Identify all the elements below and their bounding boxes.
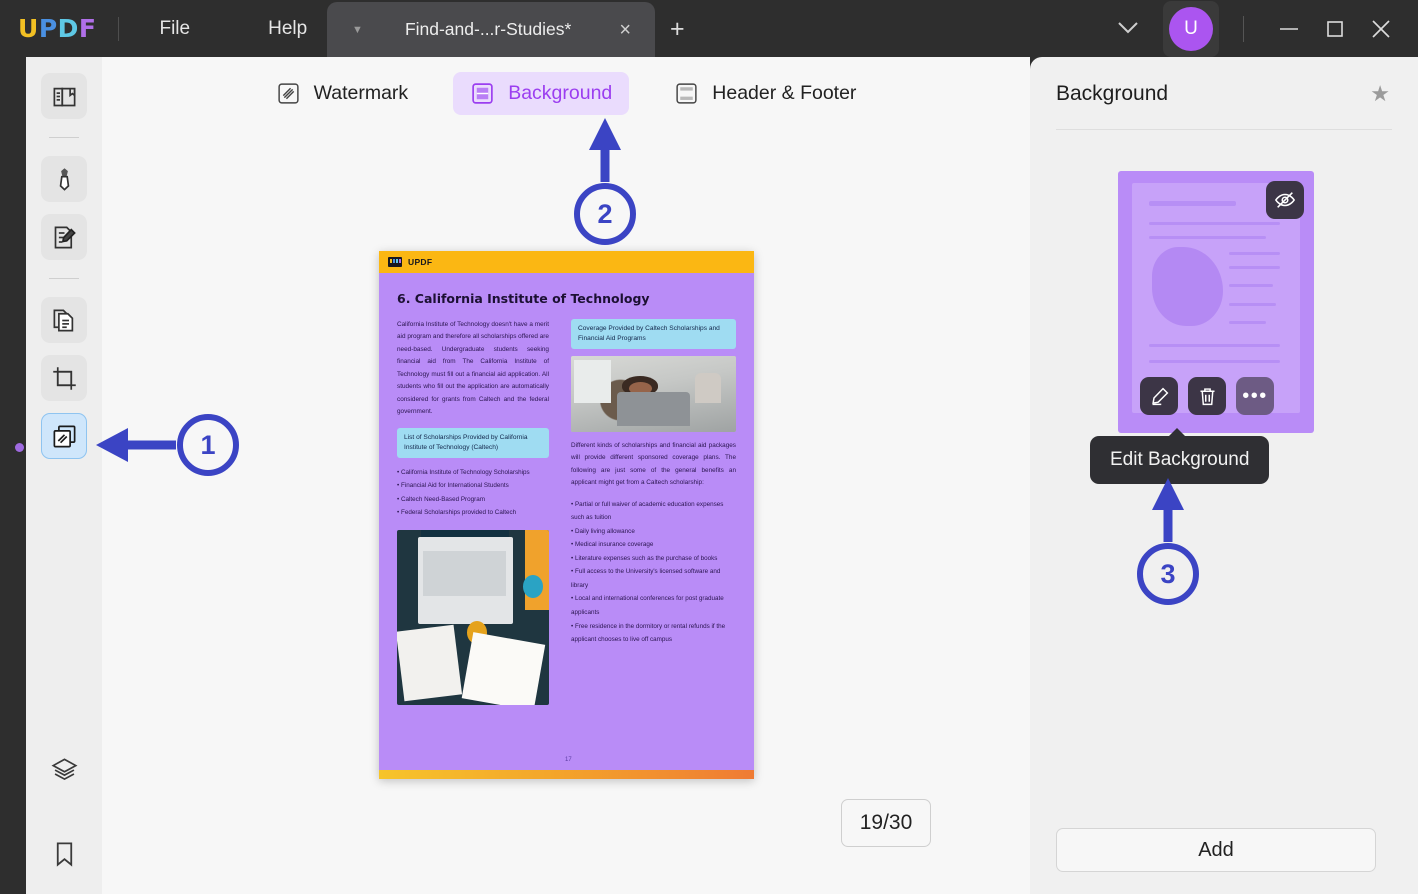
menu-file[interactable]: File <box>141 12 208 46</box>
edit-background-button[interactable] <box>1140 377 1178 415</box>
page-footer-band <box>379 770 754 779</box>
annotation-marker-1: 1 <box>177 414 239 476</box>
ellipsis-icon: ••• <box>1242 385 1268 407</box>
background-preview-card[interactable]: ••• <box>1118 171 1314 433</box>
tab-header-footer-label: Header & Footer <box>712 81 857 104</box>
add-background-button[interactable]: Add <box>1056 828 1376 872</box>
right-caption: Coverage Provided by Caltech Scholarship… <box>571 319 736 349</box>
panel-header: Background ★ <box>1030 57 1418 107</box>
delete-background-button[interactable] <box>1188 377 1226 415</box>
tab-watermark[interactable]: Watermark <box>259 72 426 115</box>
sidebar-item-layers[interactable] <box>41 746 87 792</box>
chevron-down-icon[interactable] <box>1103 12 1153 46</box>
page-tools-toolbar: Watermark Background Header & Footer <box>102 57 1030 129</box>
list-item: • Financial Aid for International Studen… <box>397 482 509 490</box>
account-button[interactable]: U <box>1163 0 1219 57</box>
close-icon[interactable]: × <box>619 20 631 40</box>
document-tab[interactable]: ▼ Find-and-...r-Studies* × <box>327 2 655 57</box>
rail-divider-2 <box>49 278 79 279</box>
hide-background-button[interactable] <box>1266 181 1304 219</box>
tab-background-label: Background <box>508 81 613 104</box>
right-bullet-list: • Partial or full waiver of academic edu… <box>571 498 736 647</box>
tool-rail-bottom <box>41 746 87 894</box>
page-brand-label: UPDF <box>408 257 433 267</box>
title-bar: UPDF File Help ▼ Find-and-...r-Studies* … <box>0 0 1418 57</box>
star-icon[interactable]: ★ <box>1370 81 1390 107</box>
window-controls-divider <box>1243 15 1244 42</box>
list-item: • California Institute of Technology Sch… <box>397 468 530 476</box>
document-heading: 6. California Institute of Technology <box>397 291 650 306</box>
list-item: • Literature expenses such as the purcha… <box>571 554 718 562</box>
maximize-button[interactable] <box>1312 9 1358 49</box>
updf-mark-icon <box>388 257 402 267</box>
panel-divider <box>1056 129 1392 130</box>
list-item: • Federal Scholarships provided to Calte… <box>397 509 517 517</box>
list-item: • Caltech Need-Based Program <box>397 495 485 503</box>
window-controls: U <box>1103 0 1418 57</box>
sidebar-item-crop[interactable] <box>41 355 87 401</box>
document-page-number: 17 <box>565 757 572 763</box>
left-bullet-list: • California Institute of Technology Sch… <box>397 466 549 520</box>
watermark-icon <box>276 81 301 106</box>
close-window-button[interactable] <box>1358 9 1404 49</box>
sidebar-item-comment[interactable] <box>41 156 87 202</box>
background-icon <box>470 81 495 106</box>
annotation-marker-3: 3 <box>1137 543 1199 605</box>
student-photo <box>571 355 736 432</box>
new-tab-button[interactable]: + <box>670 17 685 42</box>
page-brand-band: UPDF <box>379 251 754 273</box>
window-edge-rail <box>0 57 40 894</box>
tab-header-footer[interactable]: Header & Footer <box>657 72 873 115</box>
edit-background-tooltip: Edit Background <box>1090 428 1270 484</box>
list-item: • Local and international conferences fo… <box>571 595 724 616</box>
list-item: • Free residence in the dormitory or ren… <box>571 622 726 644</box>
tab-background[interactable]: Background <box>453 71 630 115</box>
logo-letter-d: D <box>57 14 79 43</box>
collapse-dot-icon[interactable] <box>15 443 24 452</box>
document-left-column: California Institute of Technology doesn… <box>397 319 549 705</box>
tab-title: Find-and-...r-Studies* <box>404 19 572 39</box>
pdf-page[interactable]: UPDF 6. California Institute of Technolo… <box>379 251 754 779</box>
document-right-column: Coverage Provided by Caltech Scholarship… <box>571 319 736 647</box>
sidebar-item-bookmark[interactable] <box>41 830 87 876</box>
left-paragraph: California Institute of Technology doesn… <box>397 321 549 416</box>
logo-letter-f: F <box>78 14 97 43</box>
sidebar-item-edit-pdf[interactable] <box>41 214 87 260</box>
panel-title: Background <box>1056 82 1169 105</box>
background-panel: Background ★ ••• Edit Background Add <box>1030 57 1418 894</box>
left-caption: List of Scholarships Provided by Califor… <box>397 427 549 458</box>
background-card-actions: ••• <box>1140 377 1274 415</box>
desk-photo <box>397 529 549 705</box>
minimize-button[interactable] <box>1266 9 1312 49</box>
avatar: U <box>1169 6 1213 51</box>
list-item: • Full access to the University's licens… <box>571 568 721 589</box>
menu-help[interactable]: Help <box>250 12 325 46</box>
list-item: • Medical insurance coverage <box>571 541 654 549</box>
updf-window: UPDF File Help ▼ Find-and-...r-Studies* … <box>0 0 1418 894</box>
logo-letter-u: U <box>18 14 39 43</box>
document-area: Watermark Background Header & Footer UPD… <box>102 57 1030 894</box>
sidebar-item-reader[interactable] <box>41 73 87 119</box>
right-paragraph: Different kinds of scholarships and fina… <box>571 441 736 487</box>
logo-letter-p: P <box>38 14 58 43</box>
list-item: • Partial or full waiver of academic edu… <box>571 500 724 522</box>
annotation-marker-2: 2 <box>574 183 636 245</box>
tab-watermark-label: Watermark <box>313 81 409 104</box>
titlebar-divider <box>118 16 120 41</box>
list-item: • Daily living allowance <box>571 527 635 535</box>
page-counter[interactable]: 19/30 <box>841 799 931 847</box>
more-options-button[interactable]: ••• <box>1236 377 1274 415</box>
rail-divider-1 <box>49 137 79 138</box>
sidebar-item-organize-pages[interactable] <box>41 297 87 343</box>
app-logo: UPDF <box>18 14 96 43</box>
header-footer-icon <box>674 81 699 106</box>
tool-rail <box>26 57 102 894</box>
sidebar-item-page-tools[interactable] <box>41 413 87 459</box>
